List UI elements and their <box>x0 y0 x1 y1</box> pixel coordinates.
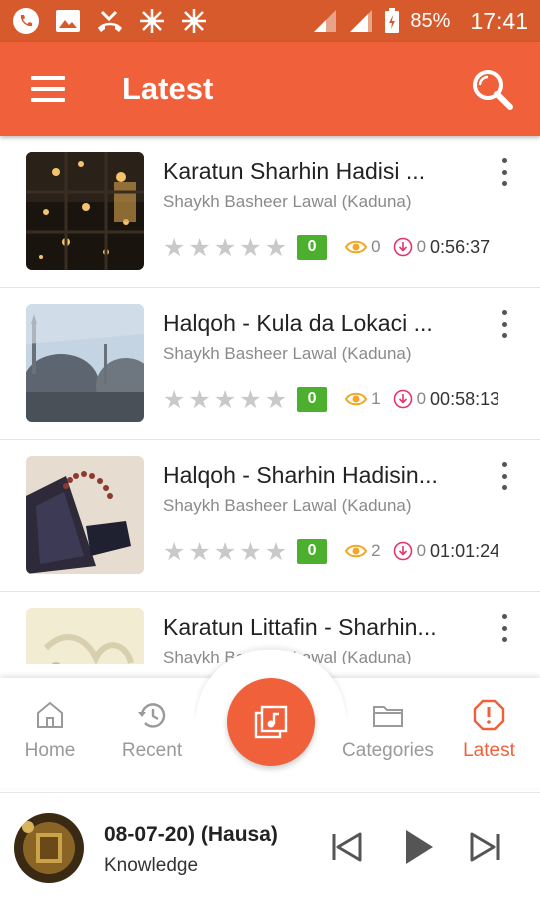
nav-latest-label: Latest <box>463 740 515 761</box>
eye-icon <box>345 240 368 254</box>
downloads-count: 0 <box>416 541 427 560</box>
thumbnail <box>26 456 144 574</box>
star-icon[interactable]: ★ <box>239 387 261 412</box>
now-playing-category: Knowledge <box>104 855 199 876</box>
star-icon[interactable]: ★ <box>265 387 287 412</box>
more-vert-icon[interactable] <box>496 614 512 642</box>
snowflake-icon <box>138 7 166 35</box>
status-bar: 85% 17:41 <box>0 0 540 42</box>
item-title: Halqoh - Kula da Lokaci ... <box>163 310 433 336</box>
rating-stars[interactable]: ★ ★ ★ ★ ★ <box>163 387 287 412</box>
signal-icon <box>314 10 337 32</box>
item-meta: ★ ★ ★ ★ ★ 0 1 0 00:58:13 <box>163 384 498 414</box>
list-item[interactable]: Halqoh - Sharhin Hadisin... Shaykh Bashe… <box>0 440 540 592</box>
rating-badge: 0 <box>297 538 328 564</box>
download-icon <box>393 389 412 409</box>
list-item[interactable]: Halqoh - Kula da Lokaci ... Shaykh Bashe… <box>0 288 540 440</box>
missed-call-icon <box>96 7 124 35</box>
nav-categories[interactable]: Categories <box>333 698 443 762</box>
list-item[interactable]: Karatun Sharhin Hadisi ... Shaykh Bashee… <box>0 136 540 288</box>
item-title: Halqoh - Sharhin Hadisin... <box>163 462 438 488</box>
more-vert-icon[interactable] <box>496 310 512 338</box>
item-meta: ★ ★ ★ ★ ★ 0 0 0 0:56:37 <box>163 232 498 262</box>
views-count: 0 <box>371 237 381 256</box>
phone-icon <box>12 7 40 35</box>
rating-badge: 0 <box>297 234 328 260</box>
notification-icons <box>12 7 208 35</box>
duration: 00:58:13 <box>430 388 499 409</box>
alert-octagon-icon <box>473 699 505 731</box>
page-title: Latest <box>122 71 214 106</box>
music-library-icon <box>254 705 288 739</box>
system-status: 85% 17:41 <box>312 8 528 35</box>
item-author: Shaykh Basheer Lawal (Kaduna) <box>163 344 412 363</box>
star-icon[interactable]: ★ <box>239 235 261 260</box>
history-icon <box>138 703 166 728</box>
search-icon[interactable] <box>470 67 514 111</box>
play-icon[interactable] <box>397 827 437 867</box>
more-vert-icon[interactable] <box>496 158 512 186</box>
rating-stars[interactable]: ★ ★ ★ ★ ★ <box>163 539 287 564</box>
star-icon[interactable]: ★ <box>265 235 287 260</box>
skip-next-icon[interactable] <box>465 827 505 867</box>
star-icon[interactable]: ★ <box>163 235 185 260</box>
star-icon[interactable]: ★ <box>214 387 236 412</box>
now-playing-title: 08-07-20) (Hausa) <box>104 823 278 846</box>
thumbnail <box>26 608 144 664</box>
mini-player[interactable]: 08-07-20) (Hausa) Knowledge <box>0 792 540 900</box>
star-icon[interactable]: ★ <box>214 539 236 564</box>
downloads-count: 0 <box>416 389 427 408</box>
star-icon[interactable]: ★ <box>265 539 287 564</box>
star-icon[interactable]: ★ <box>188 235 210 260</box>
more-vert-icon[interactable] <box>496 462 512 490</box>
nav-recent-label: Recent <box>121 740 183 761</box>
rating-badge: 0 <box>297 386 328 412</box>
fab-library-button[interactable] <box>227 678 315 766</box>
folder-icon <box>373 706 403 727</box>
menu-icon[interactable] <box>31 76 65 102</box>
lecture-list: Karatun Sharhin Hadisi ... Shaykh Bashee… <box>0 136 540 664</box>
item-author: Shaykh Basheer Lawal (Kaduna) <box>163 192 412 211</box>
star-icon[interactable]: ★ <box>163 387 185 412</box>
skip-previous-icon[interactable] <box>327 827 367 867</box>
download-icon <box>393 541 412 561</box>
eye-icon <box>345 544 368 558</box>
star-icon[interactable]: ★ <box>239 539 261 564</box>
nav-categories-label: Categories <box>342 740 434 761</box>
nav-home-label: Home <box>24 740 76 761</box>
clock: 17:41 <box>470 7 528 34</box>
player-artwork <box>14 813 84 883</box>
battery-icon <box>385 8 400 33</box>
nav-latest[interactable]: Latest <box>434 698 540 762</box>
bottom-navigation: Home Recent Categories Latest <box>0 650 540 788</box>
star-icon[interactable]: ★ <box>188 539 210 564</box>
thumbnail <box>26 152 144 270</box>
views-count: 2 <box>371 541 381 560</box>
star-icon[interactable]: ★ <box>163 539 185 564</box>
home-icon <box>37 701 63 728</box>
star-icon[interactable]: ★ <box>188 387 210 412</box>
item-title: Karatun Sharhin Hadisi ... <box>163 158 426 184</box>
thumbnail <box>26 304 144 422</box>
image-icon <box>54 7 82 35</box>
duration: 01:01:24 <box>430 540 499 561</box>
eye-icon <box>345 392 368 406</box>
star-icon[interactable]: ★ <box>214 235 236 260</box>
duration: 0:56:37 <box>430 236 491 257</box>
nav-home[interactable]: Home <box>0 698 105 762</box>
nav-recent[interactable]: Recent <box>97 698 207 762</box>
downloads-count: 0 <box>416 237 427 256</box>
views-count: 1 <box>371 389 381 408</box>
download-icon <box>393 237 412 257</box>
item-author: Shaykh Basheer Lawal (Kaduna) <box>163 496 412 515</box>
snowflake-icon <box>180 7 208 35</box>
rating-stars[interactable]: ★ ★ ★ ★ ★ <box>163 235 287 260</box>
signal-icon <box>350 10 373 32</box>
item-title: Karatun Littafin - Sharhin... <box>163 614 437 640</box>
battery-level: 85% <box>410 9 451 32</box>
item-meta: ★ ★ ★ ★ ★ 0 2 0 01:01:24 <box>163 536 498 566</box>
app-bar: Latest <box>0 42 540 136</box>
